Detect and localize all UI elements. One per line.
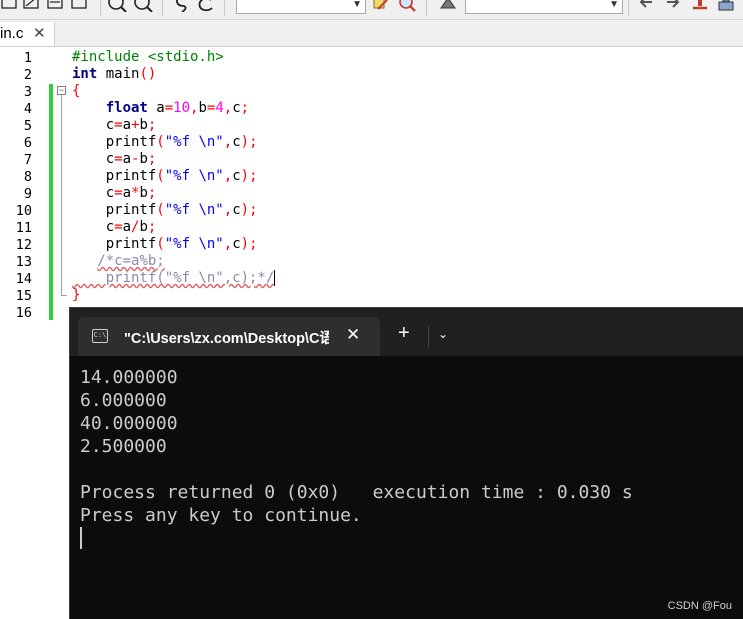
tab-label: in.c xyxy=(0,25,24,42)
close-icon[interactable]: ✕ xyxy=(346,325,360,345)
line-number: 15 xyxy=(15,288,32,304)
code-line: c=a-b; xyxy=(72,151,157,167)
output-line: 6.000000 xyxy=(80,390,167,411)
line-number: 14 xyxy=(15,271,32,287)
chevron-down-icon: ▼ xyxy=(352,0,362,10)
case-icon[interactable] xyxy=(196,0,216,12)
watermark: CSDN @Fou xyxy=(667,600,732,612)
code-line: printf("%f \n",c); xyxy=(72,202,258,218)
toolbar-separator xyxy=(100,0,101,16)
editor-tab[interactable]: in.c ✕ xyxy=(0,22,55,46)
line-number: 13 xyxy=(15,254,32,270)
edit-icon[interactable] xyxy=(372,0,390,12)
ide-toolbar: ▼ ▼ xyxy=(0,0,743,20)
line-number: 10 xyxy=(15,203,32,219)
output-line: 2.500000 xyxy=(80,436,167,457)
code-line: { xyxy=(72,83,81,99)
output-line: 40.000000 xyxy=(80,413,178,434)
output-line: Process returned 0 (0x0) execution time … xyxy=(80,482,633,503)
line-number: 1 xyxy=(23,50,32,66)
chevron-down-icon: ▼ xyxy=(609,0,619,10)
line-number-gutter: 1 2 3 4 5 6 7 8 9 10 11 12 13 14 15 16 xyxy=(0,47,48,327)
back-icon[interactable] xyxy=(636,0,656,12)
code-line: #include <stdio.h> xyxy=(72,49,224,65)
console-tab[interactable]: C:\ "C:\Users\zx.com\Desktop\C语 ✕ xyxy=(78,317,380,356)
fold-toggle-icon[interactable]: − xyxy=(57,86,66,95)
code-line: printf("%f \n",c); xyxy=(72,134,258,150)
line-number: 11 xyxy=(15,220,32,236)
input-line[interactable] xyxy=(80,527,730,550)
select-icon[interactable] xyxy=(0,0,100,12)
console-output: 14.000000 6.000000 40.000000 2.500000 Pr… xyxy=(80,366,730,550)
titlebar-separator xyxy=(428,326,429,348)
line-number: 2 xyxy=(23,67,32,83)
code-line: printf("%f \n",c);*/ xyxy=(72,270,276,286)
toolbar-separator xyxy=(628,0,629,16)
code-line: c=a/b; xyxy=(72,219,157,235)
console-titlebar: C:\ "C:\Users\zx.com\Desktop\C语 ✕ + ⌄ xyxy=(70,308,743,356)
line-number: 9 xyxy=(23,186,32,202)
symbol-combo[interactable]: ▼ xyxy=(465,0,623,14)
run-icon[interactable] xyxy=(438,0,458,12)
output-line: Press any key to continue. xyxy=(80,505,362,526)
code-line: /*c=a%b; xyxy=(97,253,165,269)
toolbar-separator xyxy=(224,0,225,16)
editor-tab-bar: in.c ✕ xyxy=(0,20,743,47)
toolbar-separator xyxy=(426,0,427,16)
console-title: "C:\Users\zx.com\Desktop\C语 xyxy=(124,331,329,347)
output-line: 14.000000 xyxy=(80,367,178,388)
forward-icon[interactable] xyxy=(664,0,684,12)
code-line: printf("%f \n",c); xyxy=(72,236,258,252)
zoom-in-icon[interactable] xyxy=(108,0,130,12)
fold-guide-end xyxy=(61,295,67,296)
line-number: 8 xyxy=(23,169,32,185)
console-window[interactable]: C:\ "C:\Users\zx.com\Desktop\C语 ✕ + ⌄ 14… xyxy=(69,307,743,619)
line-number: 6 xyxy=(23,135,32,151)
new-tab-button[interactable]: + xyxy=(398,323,410,343)
line-number: 12 xyxy=(15,237,32,253)
text-cursor xyxy=(80,527,82,549)
toolbar-separator xyxy=(162,0,163,16)
zoom-out-icon[interactable] xyxy=(134,0,156,12)
stop-icon[interactable] xyxy=(690,0,710,12)
terminal-icon: C:\ xyxy=(92,329,108,343)
code-line: c=a*b; xyxy=(72,185,157,201)
code-line: int main() xyxy=(72,66,157,82)
search-icon[interactable] xyxy=(398,0,418,12)
line-number: 7 xyxy=(23,152,32,168)
close-icon[interactable]: ✕ xyxy=(33,22,46,46)
debug-icon[interactable] xyxy=(716,0,738,12)
code-line: } xyxy=(72,287,81,303)
code-line: c=a+b; xyxy=(72,117,157,133)
chevron-down-icon[interactable]: ⌄ xyxy=(438,327,448,341)
target-combo[interactable]: ▼ xyxy=(236,0,366,14)
code-line: printf("%f \n",c); xyxy=(72,168,258,184)
replace-icon[interactable] xyxy=(172,0,192,12)
change-marker-bar xyxy=(49,84,53,320)
code-line: float a=10,b=4,c; xyxy=(105,100,250,116)
line-number: 5 xyxy=(23,118,32,134)
line-number: 16 xyxy=(15,305,32,321)
fold-guide xyxy=(61,95,62,295)
line-number: 4 xyxy=(23,101,32,117)
line-number: 3 xyxy=(23,84,32,100)
